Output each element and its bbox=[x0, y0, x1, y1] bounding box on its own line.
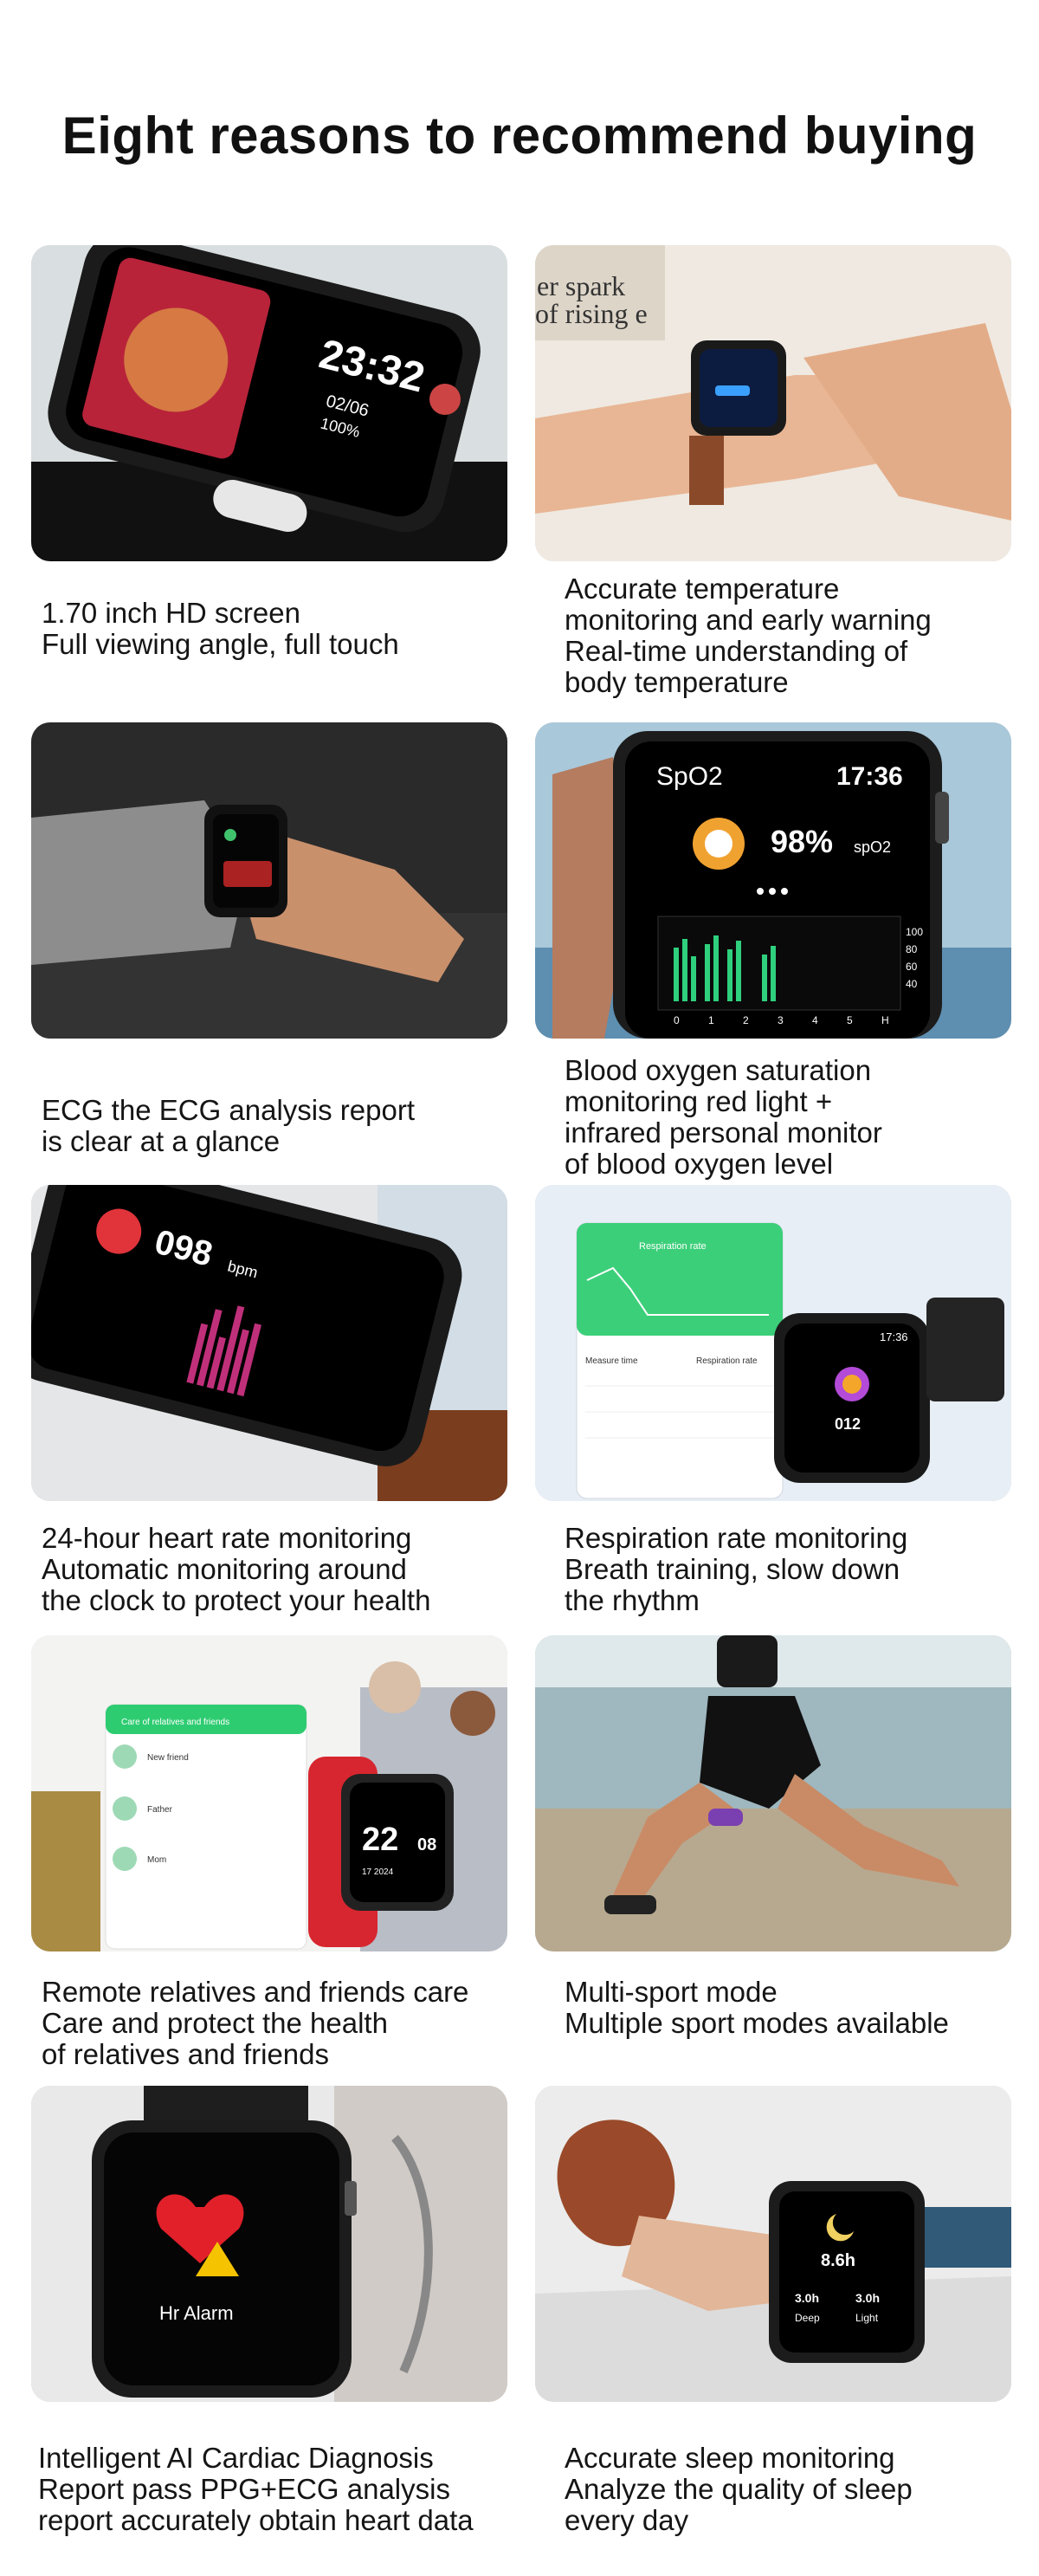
svg-text:Mom: Mom bbox=[147, 1855, 166, 1865]
svg-text:60: 60 bbox=[906, 961, 918, 973]
feature-caption-blood-oxygen: Blood oxygen saturation monitoring red l… bbox=[565, 1054, 882, 1180]
svg-text:08: 08 bbox=[417, 1835, 436, 1854]
svg-text:3: 3 bbox=[778, 1014, 784, 1026]
svg-text:2: 2 bbox=[743, 1014, 749, 1026]
svg-text:of rising e: of rising e bbox=[535, 298, 648, 329]
feature-image-multi-sport bbox=[535, 1635, 1011, 1951]
feature-image-heart-rate: 098 bpm bbox=[31, 1185, 507, 1501]
svg-text:Respiration rate: Respiration rate bbox=[696, 1356, 758, 1366]
svg-text:Father: Father bbox=[147, 1805, 173, 1815]
svg-text:3.0h: 3.0h bbox=[855, 2291, 880, 2305]
svg-text:er spark: er spark bbox=[537, 270, 625, 301]
feature-caption-multi-sport: Multi-sport mode Multiple sport modes av… bbox=[565, 1976, 949, 2039]
feature-image-ai-cardiac: Hr Alarm bbox=[31, 2086, 507, 2402]
feature-image-blood-oxygen: SpO2 17:36 98% spO2 100 80 60 40 0 1 2 3… bbox=[535, 722, 1011, 1039]
svg-text:80: 80 bbox=[906, 943, 918, 955]
svg-text:Deep: Deep bbox=[795, 2312, 820, 2324]
svg-text:17:36: 17:36 bbox=[836, 762, 903, 791]
svg-text:Hr Alarm: Hr Alarm bbox=[159, 2302, 234, 2324]
feature-image-respiration: Respiration rate Measure time Respiratio… bbox=[535, 1185, 1011, 1501]
svg-text:spO2: spO2 bbox=[854, 838, 891, 856]
svg-text:New friend: New friend bbox=[147, 1753, 189, 1763]
feature-image-temperature: er spark of rising e bbox=[535, 245, 1011, 561]
feature-caption-temperature: Accurate temperature monitoring and earl… bbox=[565, 573, 932, 698]
feature-image-ecg bbox=[31, 722, 507, 1039]
feature-caption-ai-cardiac: Intelligent AI Cardiac Diagnosis Report … bbox=[38, 2442, 474, 2536]
svg-text:5: 5 bbox=[847, 1014, 853, 1026]
svg-text:Care of relatives and friends: Care of relatives and friends bbox=[121, 1718, 229, 1727]
page-title: Eight reasons to recommend buying bbox=[61, 107, 978, 165]
svg-text:17 2024: 17 2024 bbox=[362, 1867, 394, 1877]
svg-text:4: 4 bbox=[812, 1014, 818, 1026]
svg-text:0: 0 bbox=[674, 1014, 680, 1026]
feature-caption-heart-rate: 24-hour heart rate monitoring Automatic … bbox=[42, 1522, 431, 1616]
svg-text:40: 40 bbox=[906, 978, 918, 990]
feature-caption-respiration: Respiration rate monitoring Breath train… bbox=[565, 1522, 908, 1616]
svg-text:SpO2: SpO2 bbox=[656, 762, 723, 791]
svg-text:8.6h: 8.6h bbox=[821, 2251, 855, 2270]
feature-caption-hd-screen: 1.70 inch HD screen Full viewing angle, … bbox=[42, 597, 399, 660]
svg-text:Respiration rate: Respiration rate bbox=[639, 1241, 707, 1252]
feature-image-family-care: Care of relatives and friends New friend… bbox=[31, 1635, 507, 1951]
svg-text:98%: 98% bbox=[771, 824, 833, 859]
svg-text:22: 22 bbox=[362, 1822, 398, 1858]
svg-text:17:36: 17:36 bbox=[880, 1330, 908, 1343]
svg-text:1: 1 bbox=[708, 1014, 714, 1026]
svg-text:H: H bbox=[881, 1014, 889, 1026]
feature-image-hd-screen: 23:32 02/06 100% bbox=[31, 245, 507, 561]
feature-caption-family-care: Remote relatives and friends care Care a… bbox=[42, 1976, 469, 2070]
feature-caption-sleep: Accurate sleep monitoring Analyze the qu… bbox=[565, 2442, 913, 2536]
svg-text:3.0h: 3.0h bbox=[795, 2291, 819, 2305]
feature-caption-ecg: ECG the ECG analysis report is clear at … bbox=[42, 1094, 415, 1157]
svg-text:Measure time: Measure time bbox=[585, 1356, 638, 1366]
svg-text:012: 012 bbox=[835, 1415, 861, 1433]
feature-image-sleep: 8.6h 3.0h 3.0h Deep Light bbox=[535, 2086, 1011, 2402]
svg-text:Light: Light bbox=[855, 2312, 879, 2324]
svg-text:100: 100 bbox=[906, 926, 923, 938]
product-page: Eight reasons to recommend buying 23:32 … bbox=[0, 0, 1039, 2576]
